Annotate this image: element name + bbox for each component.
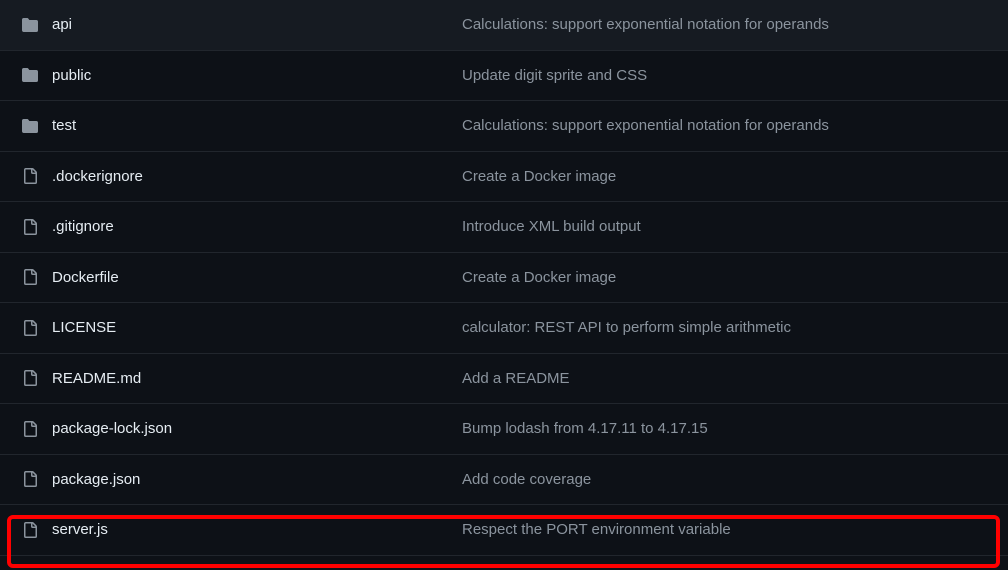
commit-message-link[interactable]: Introduce XML build output (462, 218, 641, 235)
commit-message: Bump lodash from 4.17.11 to 4.17.15 (462, 420, 990, 437)
folder-icon (18, 67, 42, 83)
file-row[interactable]: .dockerignore Create a Docker image (0, 152, 1008, 203)
file-icon (18, 269, 42, 285)
file-name: package-lock.json (42, 420, 462, 437)
file-icon (18, 471, 42, 487)
file-name: public (42, 67, 462, 84)
file-icon (18, 370, 42, 386)
folder-icon (18, 118, 42, 134)
file-name: Dockerfile (42, 269, 462, 286)
file-name-link[interactable]: public (52, 67, 91, 84)
commit-message-link[interactable]: Add a README (462, 370, 570, 387)
commit-message: Create a Docker image (462, 269, 990, 286)
file-row[interactable]: package-lock.json Bump lodash from 4.17.1… (0, 404, 1008, 455)
commit-message: Create a Docker image (462, 168, 990, 185)
file-icon (18, 219, 42, 235)
file-icon (18, 522, 42, 538)
file-name-link[interactable]: package-lock.json (52, 420, 172, 437)
file-name: LICENSE (42, 319, 462, 336)
file-name-link[interactable]: .dockerignore (52, 168, 143, 185)
file-name: server.js (42, 521, 462, 538)
file-row[interactable]: public Update digit sprite and CSS (0, 51, 1008, 102)
file-name-link[interactable]: README.md (52, 370, 141, 387)
commit-message-link[interactable]: calculator: REST API to perform simple a… (462, 319, 791, 336)
file-row[interactable]: package.json Add code coverage (0, 455, 1008, 506)
file-name-link[interactable]: Dockerfile (52, 269, 119, 286)
file-icon (18, 168, 42, 184)
file-name-link[interactable]: api (52, 16, 72, 33)
commit-message: Add code coverage (462, 471, 990, 488)
file-name: api (42, 16, 462, 33)
file-row[interactable]: README.md Add a README (0, 354, 1008, 405)
commit-message-link[interactable]: Calculations: support exponential notati… (462, 16, 829, 33)
commit-message: Add a README (462, 370, 990, 387)
commit-message-link[interactable]: Calculations: support exponential notati… (462, 117, 829, 134)
file-row[interactable]: .gitignore Introduce XML build output (0, 202, 1008, 253)
file-name: package.json (42, 471, 462, 488)
commit-message-link[interactable]: Bump lodash from 4.17.11 to 4.17.15 (462, 420, 708, 437)
file-name: .dockerignore (42, 168, 462, 185)
file-list: api Calculations: support exponential not… (0, 0, 1008, 556)
commit-message: calculator: REST API to perform simple a… (462, 319, 990, 336)
commit-message: Introduce XML build output (462, 218, 990, 235)
commit-message-link[interactable]: Create a Docker image (462, 168, 616, 185)
commit-message-link[interactable]: Update digit sprite and CSS (462, 67, 647, 84)
file-row[interactable]: server.js Respect the PORT environment va… (0, 505, 1008, 556)
commit-message: Calculations: support exponential notati… (462, 16, 990, 33)
commit-message: Calculations: support exponential notati… (462, 117, 990, 134)
file-row[interactable]: LICENSE calculator: REST API to perform s… (0, 303, 1008, 354)
folder-icon (18, 17, 42, 33)
commit-message-link[interactable]: Create a Docker image (462, 269, 616, 286)
file-icon (18, 320, 42, 336)
file-name-link[interactable]: server.js (52, 521, 108, 538)
file-name-link[interactable]: test (52, 117, 76, 134)
file-row[interactable]: test Calculations: support exponential no… (0, 101, 1008, 152)
commit-message: Update digit sprite and CSS (462, 67, 990, 84)
file-row[interactable]: Dockerfile Create a Docker image (0, 253, 1008, 304)
commit-message-link[interactable]: Respect the PORT environment variable (462, 521, 731, 538)
file-name: README.md (42, 370, 462, 387)
commit-message: Respect the PORT environment variable (462, 521, 990, 538)
file-name-link[interactable]: .gitignore (52, 218, 114, 235)
file-icon (18, 421, 42, 437)
file-name: .gitignore (42, 218, 462, 235)
file-name: test (42, 117, 462, 134)
file-name-link[interactable]: package.json (52, 471, 140, 488)
commit-message-link[interactable]: Add code coverage (462, 471, 591, 488)
file-name-link[interactable]: LICENSE (52, 319, 116, 336)
file-row[interactable]: api Calculations: support exponential not… (0, 0, 1008, 51)
